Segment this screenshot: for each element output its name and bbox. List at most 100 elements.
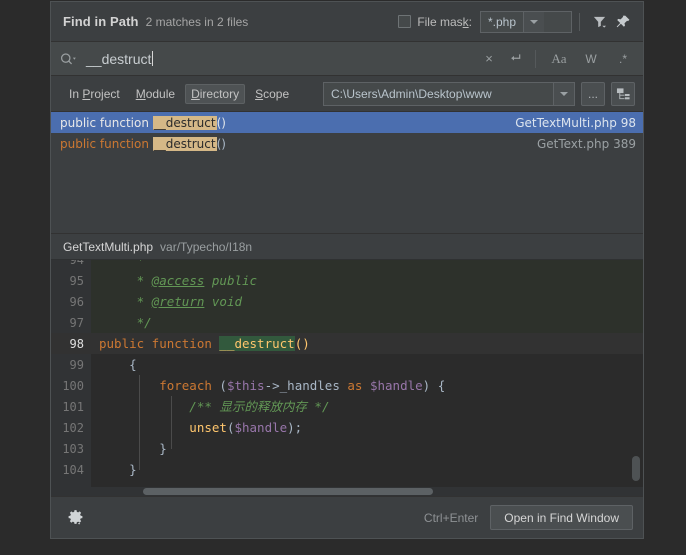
- result-line: 98: [620, 115, 636, 130]
- scope-row: In Project Module Directory Scope C:\Use…: [51, 76, 643, 112]
- result-suffix: (): [216, 115, 226, 130]
- code-line: 94 *: [51, 260, 643, 270]
- variable: $this: [226, 378, 265, 393]
- result-prefix: public function: [60, 115, 153, 130]
- doc-tag: @return: [151, 294, 205, 309]
- browse-directory-button[interactable]: ...: [581, 81, 605, 106]
- result-suffix: (): [216, 136, 226, 151]
- preview-file-path: var/Typecho/I18n: [160, 239, 253, 254]
- file-mask-dropdown-button[interactable]: [523, 11, 545, 32]
- pin-icon[interactable]: [611, 10, 635, 34]
- shortcut-hint: Ctrl+Enter: [423, 510, 479, 525]
- page-title: Find in Path: [63, 14, 139, 29]
- comment-star: *: [99, 273, 152, 288]
- search-row: __destruct × Aa W .*: [51, 42, 643, 76]
- result-match: __destruct: [152, 115, 217, 130]
- directory-path-value: C:\Users\Admin\Desktop\www: [331, 86, 492, 101]
- line-number: 100: [62, 378, 84, 393]
- file-mask-checkbox[interactable]: [398, 15, 412, 28]
- line-number: 104: [62, 462, 84, 477]
- directory-path-combo[interactable]: C:\Users\Admin\Desktop\www: [323, 81, 575, 106]
- line-content: }: [99, 462, 137, 477]
- comment-text: void: [204, 294, 243, 309]
- parens: (): [294, 336, 310, 351]
- code-preview-editor[interactable]: 94 * 95 * @access public 96 * @return vo…: [51, 260, 643, 496]
- scope-tab-directory[interactable]: Directory: [185, 83, 246, 104]
- search-history-icon[interactable]: [502, 46, 528, 72]
- code-line: 99 {: [51, 354, 643, 375]
- file-mask-combo[interactable]: *.php: [480, 10, 572, 33]
- indent-guide: [171, 396, 172, 449]
- indent-guide: [139, 375, 140, 470]
- line-content: * @access public: [91, 270, 643, 291]
- line-number: 94: [51, 260, 91, 267]
- line-number: 103: [62, 441, 84, 456]
- keyword: as: [347, 378, 370, 393]
- comment-text: public: [204, 273, 258, 288]
- result-file: GetText.php: [536, 136, 610, 151]
- line-number: 97: [69, 315, 84, 330]
- file-mask-value: *.php: [488, 14, 517, 29]
- line-number: 99: [69, 357, 84, 372]
- preview-header: GetTextMulti.php var/Typecho/I18n: [51, 234, 643, 260]
- table-row[interactable]: public function __destruct() GetText.php…: [51, 133, 643, 154]
- result-line: 389: [613, 136, 636, 151]
- match-count-label: 2 matches in 2 files: [145, 14, 249, 29]
- filter-icon[interactable]: [587, 10, 611, 34]
- scope-tab-module[interactable]: Module: [130, 84, 181, 104]
- result-code: public function __destruct(): [60, 115, 515, 130]
- line-number: 96: [69, 294, 84, 309]
- line-content: * @return void: [91, 291, 643, 312]
- vertical-scrollbar[interactable]: [632, 456, 640, 481]
- match-case-toggle[interactable]: Aa: [543, 47, 575, 71]
- result-location: GetText.php 389: [537, 137, 636, 151]
- code-line-current: 98 public function __destruct(): [51, 333, 643, 354]
- line-content: */: [91, 312, 643, 333]
- gear-icon[interactable]: [63, 506, 87, 530]
- folder-tree-icon[interactable]: [611, 81, 635, 106]
- text-caret: [152, 51, 154, 66]
- table-row[interactable]: public function __destruct() GetTextMult…: [51, 112, 643, 133]
- code-line: 97 */: [51, 312, 643, 333]
- result-match: __destruct: [152, 136, 217, 151]
- result-file: GetTextMulti.php: [515, 115, 617, 130]
- doc-tag: @access: [151, 273, 205, 288]
- code-line: 96 * @return void: [51, 291, 643, 312]
- highlighted-match: __destruct: [219, 336, 295, 351]
- variable: $handle: [369, 378, 423, 393]
- variable: $handle: [234, 420, 288, 435]
- result-prefix: public function: [60, 136, 153, 151]
- line-content: *: [91, 260, 643, 270]
- line-content: public function __destruct(): [91, 333, 643, 354]
- directory-path-dropdown-button[interactable]: [553, 82, 574, 105]
- punctuation: ) {: [422, 378, 446, 393]
- dialog-footer: Ctrl+Enter Open in Find Window: [51, 496, 643, 538]
- scope-tab-scope[interactable]: Scope: [249, 84, 295, 104]
- chevron-down-icon: [560, 91, 568, 96]
- property: ->_handles: [264, 378, 348, 393]
- horizontal-scrollbar-track[interactable]: [91, 487, 643, 496]
- find-in-path-dialog: Find in Path 2 matches in 2 files File m…: [50, 1, 644, 539]
- horizontal-scrollbar-thumb[interactable]: [143, 488, 433, 495]
- whole-words-toggle[interactable]: W: [575, 47, 607, 71]
- line-number: 102: [62, 420, 84, 435]
- regex-toggle[interactable]: .*: [607, 47, 639, 71]
- clear-search-button[interactable]: ×: [476, 46, 502, 72]
- line-content: }: [99, 441, 167, 456]
- dialog-header: Find in Path 2 matches in 2 files File m…: [51, 2, 643, 42]
- chevron-down-icon: [530, 19, 539, 24]
- file-mask-label: File mask:: [417, 14, 472, 29]
- search-input-value: __destruct: [86, 50, 152, 67]
- search-icon[interactable]: [59, 51, 77, 67]
- search-input[interactable]: __destruct: [86, 51, 476, 67]
- result-location: GetTextMulti.php 98: [515, 116, 636, 130]
- open-in-find-window-button[interactable]: Open in Find Window: [490, 505, 633, 530]
- punctuation: );: [287, 420, 303, 435]
- line-content: {: [99, 357, 137, 372]
- comment-star: *: [99, 294, 152, 309]
- line-number: 101: [62, 399, 84, 414]
- punctuation: (: [219, 378, 227, 393]
- line-content: unset($handle);: [91, 417, 643, 438]
- results-list[interactable]: public function __destruct() GetTextMult…: [51, 112, 643, 234]
- scope-tab-in-project[interactable]: In Project: [63, 84, 126, 104]
